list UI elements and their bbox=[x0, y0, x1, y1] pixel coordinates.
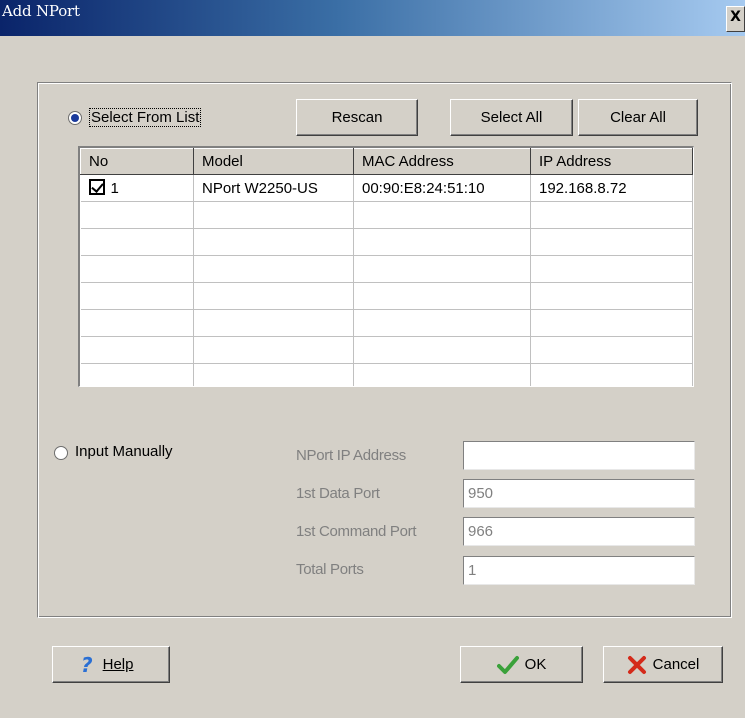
column-header-model[interactable]: Model bbox=[193, 148, 354, 175]
rescan-button-label: Rescan bbox=[331, 109, 383, 126]
total-ports-label: Total Ports bbox=[296, 561, 364, 578]
select-from-list-radio[interactable] bbox=[68, 111, 82, 125]
data-port-label: 1st Data Port bbox=[296, 485, 380, 502]
column-header-mac-address[interactable]: MAC Address bbox=[353, 148, 531, 175]
select-all-button-label: Select All bbox=[480, 109, 543, 126]
add-nport-dialog: Add NPort X Select From List Rescan Sele… bbox=[0, 0, 745, 718]
table-row[interactable]: 1 NPort W2250-US 00:90:E8:24:51:10 192.1… bbox=[80, 174, 693, 202]
checkmark-icon bbox=[496, 655, 519, 674]
input-manually-radio[interactable] bbox=[54, 446, 68, 460]
ok-button-label: OK bbox=[524, 656, 547, 673]
cancel-button[interactable]: Cancel bbox=[603, 646, 723, 683]
empty-table-row bbox=[80, 228, 693, 256]
cell-mac-address: 00:90:E8:24:51:10 bbox=[353, 174, 531, 202]
clear-all-button-label: Clear All bbox=[610, 109, 666, 126]
title-bar: Add NPort X bbox=[0, 0, 745, 36]
close-icon: X bbox=[730, 9, 741, 25]
close-button[interactable]: X bbox=[726, 6, 745, 32]
empty-table-row bbox=[80, 309, 693, 337]
empty-table-row bbox=[80, 363, 693, 386]
input-manually-label[interactable]: Input Manually bbox=[75, 443, 173, 460]
column-header-no[interactable]: No bbox=[80, 148, 194, 175]
question-mark-icon: ? bbox=[81, 652, 93, 677]
device-list-table[interactable]: No Model MAC Address IP Address 1 NPort … bbox=[78, 146, 694, 387]
command-port-field[interactable]: 966 bbox=[463, 517, 695, 546]
empty-table-row bbox=[80, 255, 693, 283]
empty-table-row bbox=[80, 201, 693, 229]
ok-button[interactable]: OK bbox=[460, 646, 583, 683]
rescan-button[interactable]: Rescan bbox=[296, 99, 418, 136]
cell-ip-address: 192.168.8.72 bbox=[530, 174, 693, 202]
row-checkbox[interactable] bbox=[88, 179, 105, 195]
window-title: Add NPort bbox=[2, 2, 80, 20]
nport-ip-address-label: NPort IP Address bbox=[296, 447, 406, 464]
row-number: 1 bbox=[110, 180, 119, 197]
cell-no: 1 bbox=[80, 174, 194, 202]
help-button[interactable]: ? Help bbox=[52, 646, 170, 683]
select-all-button[interactable]: Select All bbox=[450, 99, 573, 136]
select-from-list-label[interactable]: Select From List bbox=[89, 108, 202, 127]
command-port-label: 1st Command Port bbox=[296, 523, 417, 540]
empty-table-row bbox=[80, 282, 693, 310]
total-ports-field[interactable]: 1 bbox=[463, 556, 695, 585]
cancel-button-label: Cancel bbox=[652, 656, 700, 673]
cell-model: NPort W2250-US bbox=[193, 174, 354, 202]
red-x-icon bbox=[627, 655, 646, 674]
help-button-label: Help bbox=[102, 656, 134, 673]
column-header-ip-address[interactable]: IP Address bbox=[530, 148, 693, 175]
data-port-field[interactable]: 950 bbox=[463, 479, 695, 508]
table-header-row: No Model MAC Address IP Address bbox=[80, 148, 693, 175]
nport-ip-address-field[interactable] bbox=[463, 441, 695, 470]
empty-table-row bbox=[80, 336, 693, 364]
clear-all-button[interactable]: Clear All bbox=[578, 99, 698, 136]
